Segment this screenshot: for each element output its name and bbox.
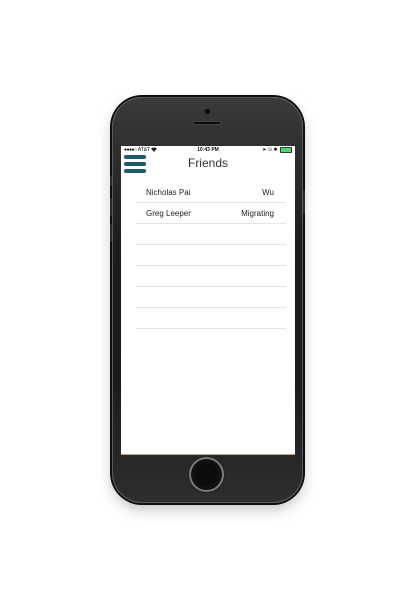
- friend-status: Migrating: [241, 209, 274, 218]
- mute-switch[interactable]: [110, 176, 112, 186]
- battery-level: [281, 147, 291, 152]
- friend-row[interactable]: [136, 266, 286, 287]
- friend-row[interactable]: Greg Leeper Migrating: [136, 203, 286, 224]
- volume-up-button[interactable]: [110, 198, 112, 216]
- screen-bottom-edge: [121, 454, 295, 455]
- friends-list: Nicholas Pai Wu Greg Leeper Migrating: [136, 182, 286, 329]
- volume-down-button[interactable]: [110, 224, 112, 242]
- page-title: Friends: [187, 156, 228, 170]
- friend-row[interactable]: [136, 245, 286, 266]
- friend-row[interactable]: Nicholas Pai Wu: [136, 182, 286, 203]
- app-screen: ●●●●○ AT&T 10:43 PM ➤ ⊙ ✱ Friends Nichol…: [121, 146, 295, 454]
- friend-status: Wu: [262, 188, 274, 197]
- friend-name: Greg Leeper: [146, 209, 191, 218]
- home-button[interactable]: [191, 459, 222, 490]
- location-alarm-bluetooth-icons: ➤ ⊙ ✱: [262, 147, 278, 153]
- battery-icon: [280, 146, 292, 153]
- friend-row[interactable]: [136, 287, 286, 308]
- friend-row[interactable]: [136, 224, 286, 245]
- friend-row[interactable]: [136, 308, 286, 329]
- status-right: ➤ ⊙ ✱: [262, 146, 292, 154]
- home-button-face: [195, 463, 218, 486]
- power-button[interactable]: [303, 190, 305, 214]
- front-camera: [205, 109, 210, 114]
- friend-name: Nicholas Pai: [146, 188, 191, 197]
- earpiece-speaker: [193, 121, 221, 125]
- status-bar: ●●●●○ AT&T 10:43 PM ➤ ⊙ ✱: [121, 146, 295, 154]
